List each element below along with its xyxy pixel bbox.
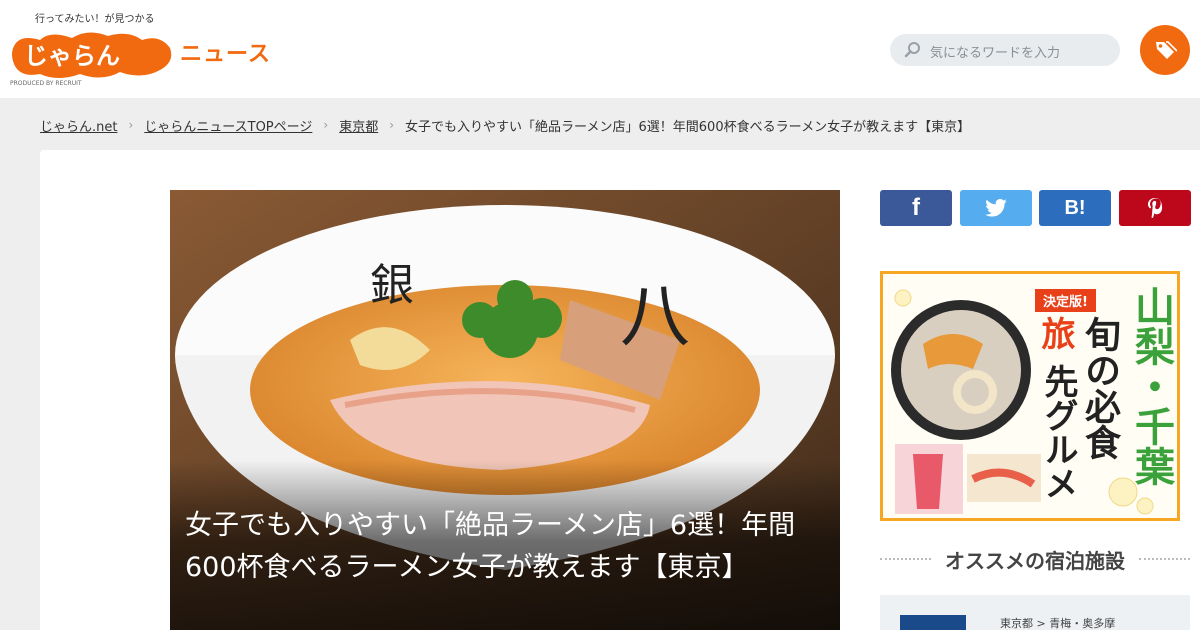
search-box[interactable]: 気になるワードを入力 [890,34,1120,66]
tag-icon [1156,41,1177,59]
banner-line-3: 先グルメ [1038,364,1078,500]
breadcrumb-news-top[interactable]: じゃらんニュースTOPページ [144,116,312,135]
hotel-location: 東京都 > 青梅・奥多摩 [1000,617,1116,630]
pinterest-share-button[interactable] [1119,190,1191,226]
divider-dots [1139,558,1190,560]
facebook-share-button[interactable]: f [880,190,952,226]
recommend-heading-text: オススメの宿泊施設 [945,548,1125,573]
svg-text:八: 八 [620,275,690,357]
site-header: 行ってみたい！が見つかる じゃらん ニュース PRODUCED BY RECRU… [0,0,1200,98]
hotel-card[interactable]: 東京都 > 青梅・奥多摩 [880,595,1190,630]
recommend-heading: オススメの宿泊施設 [880,545,1190,573]
breadcrumb-separator: › [323,118,329,132]
twitter-share-button[interactable] [960,190,1032,226]
jalan-brand-logo: じゃらん [12,32,172,78]
hotel-thumbnail [900,615,966,630]
breadcrumb-current: 女子でも入りやすい「絶品ラーメン店」6選！年間600杯食べるラーメン女子が教えま… [405,119,971,135]
search-icon [904,42,920,58]
gourmet-banner[interactable]: 決定版! 山梨・千葉 旬の必食 旅 先グルメ [880,271,1180,521]
svg-text:じゃらん: じゃらん [24,42,120,70]
tag-menu-button[interactable] [1140,25,1190,75]
breadcrumb-separator: › [128,118,134,132]
divider-dots [880,558,931,560]
banner-region: 山梨・千葉 [1128,286,1174,486]
logo-news-label: ニュース [180,42,271,67]
hatena-icon: B! [1064,196,1086,219]
breadcrumb-separator: › [389,118,395,132]
breadcrumb-jalan-net[interactable]: じゃらん.net [40,116,117,135]
breadcrumb: じゃらん.net › じゃらんニュースTOPページ › 東京都 › 女子でも入り… [40,116,971,135]
hatena-bookmark-button[interactable]: B! [1039,190,1111,226]
site-logo[interactable]: 行ってみたい！が見つかる じゃらん ニュース PRODUCED BY RECRU… [10,8,270,90]
pinterest-icon [1148,198,1163,218]
banner-line-1: 旬の必食 [1079,316,1120,460]
banner-line-2: 旅 [1035,316,1075,350]
facebook-icon: f [912,194,920,221]
banner-badge: 決定版! [1035,289,1096,312]
logo-tagline: 行ってみたい！が見つかる [35,14,155,25]
twitter-icon [985,199,1007,217]
article-title: 女子でも入りやすい「絶品ラーメン店」6選！年間600杯食べるラーメン女子が教えま… [185,510,796,583]
produced-by: PRODUCED BY RECRUIT [10,80,82,87]
search-placeholder: 気になるワードを入力 [930,46,1061,61]
svg-text:銀: 銀 [370,260,414,311]
breadcrumb-tokyo[interactable]: 東京都 [339,116,378,135]
